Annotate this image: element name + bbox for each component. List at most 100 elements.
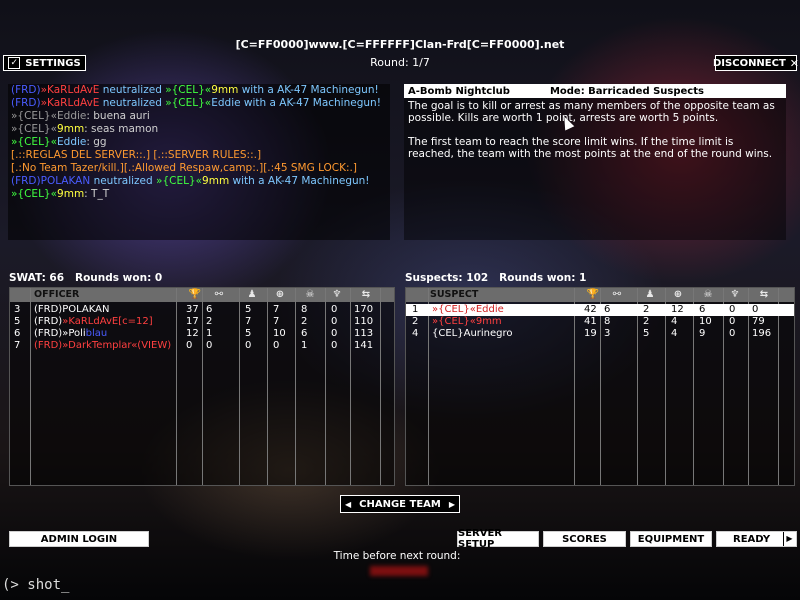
player-d: 6	[699, 304, 706, 315]
player-a: 6	[604, 304, 611, 315]
player-ping: 110	[354, 316, 374, 327]
player-name-segment: (FRD)»DarkTemplar«(VIEW)	[34, 340, 172, 351]
chat-segment: 9mm	[57, 188, 85, 200]
chat-segment: : gg	[86, 136, 107, 148]
player-b: 5	[245, 328, 252, 339]
player-ping: 0	[752, 304, 759, 315]
chat-line: (FRD)»KaRLdAvE neutralized »{CEL}«Eddie …	[11, 97, 390, 110]
scores-button[interactable]: SCORES	[543, 531, 626, 547]
settings-button[interactable]: ✓ SETTINGS	[3, 55, 86, 71]
chat-segment: 9mm	[211, 84, 242, 96]
player-name: (FRD)»DarkTemplar«(VIEW)	[34, 340, 171, 352]
chat-log: (FRD)»KaRLdAvE neutralized »{CEL}«9mm wi…	[8, 84, 390, 240]
timer-value	[370, 566, 428, 576]
player-name: (FRD)POLAKAN	[34, 304, 109, 316]
handcuffs-icon[interactable]: ⚯	[211, 289, 227, 301]
admin-login-button[interactable]: ADMIN LOGIN	[9, 531, 149, 547]
player-a: 1	[206, 328, 213, 339]
suspects-team-label: Suspects: 102 Rounds won: 1	[405, 272, 587, 284]
player-c: 7	[273, 316, 280, 327]
player-row[interactable]: 7 0 0 0 0 1 0 141 (FRD)»DarkTemplar«(VIEW)	[10, 340, 394, 352]
handcuffs-icon[interactable]: ⚯	[609, 289, 625, 301]
player-score: 17	[186, 316, 199, 327]
player-e: 0	[331, 316, 338, 327]
player-e: 0	[331, 304, 338, 315]
player-c: 4	[671, 328, 678, 339]
chat-segment: [.::REGLAS DEL SERVER::.] [.::SERVER RUL…	[11, 149, 262, 161]
player-name: (FRD)»Poliblau	[34, 328, 107, 340]
chat-segment: »{CEL}«	[165, 97, 212, 109]
arrow-left-icon: ◀	[345, 499, 352, 509]
server-title: [C=FF0000]www.[C=FFFFFF]Clan-Frd[C=FF000…	[235, 38, 565, 51]
badge-icon[interactable]: ♆	[329, 289, 345, 301]
arrow-right-icon: ▶	[448, 499, 455, 509]
player-row[interactable]: 2 41 8 2 4 10 0 79 »{CEL}«9mm	[406, 316, 794, 328]
chat-segment: »{CEL}«	[165, 84, 212, 96]
player-num: 3	[14, 304, 21, 315]
player-name-segment: {CEL}Aurinegro	[432, 328, 513, 339]
player-e: 0	[729, 304, 736, 315]
ready-label: READY	[733, 533, 771, 545]
player-num: 2	[412, 316, 419, 327]
next-round-timer-label: Time before next round:	[333, 550, 461, 562]
change-team-button[interactable]: ◀ CHANGE TEAM ▶	[340, 495, 460, 513]
player-d: 10	[699, 316, 712, 327]
arrested-icon[interactable]: ♟	[642, 289, 658, 301]
scores-label: SCORES	[562, 533, 607, 545]
disconnect-button[interactable]: DISCONNECT ✕	[713, 55, 799, 71]
ping-icon[interactable]: ⇆	[756, 289, 772, 301]
player-a: 8	[604, 316, 611, 327]
chat-segment: neutralized	[93, 175, 157, 187]
badge-icon[interactable]: ♆	[727, 289, 743, 301]
crosshair-icon[interactable]: ⊕	[272, 289, 288, 301]
player-d: 6	[301, 328, 308, 339]
player-row[interactable]: 6 12 1 5 10 6 0 113 (FRD)»Poliblau	[10, 328, 394, 340]
chat-line: [.::REGLAS DEL SERVER::.] [.::SERVER RUL…	[11, 149, 390, 162]
info-header: A-Bomb Nightclub Mode: Barricaded Suspec…	[404, 84, 786, 98]
player-name-segment: (FRD)»Poli	[34, 328, 86, 339]
player-name: {CEL}Aurinegro	[432, 328, 513, 340]
server-setup-button[interactable]: SERVER SETUP	[457, 528, 539, 550]
chat-line: »{CEL}«9mm: seas mamon	[11, 123, 390, 136]
arrested-icon[interactable]: ♟	[244, 289, 260, 301]
player-score: 42	[584, 304, 597, 315]
player-ping: 113	[354, 328, 374, 339]
player-row[interactable]: 4 19 3 5 4 9 0 196 {CEL}Aurinegro	[406, 328, 794, 340]
game-mode: Mode: Barricaded Suspects	[549, 85, 704, 97]
player-num: 5	[14, 316, 21, 327]
player-score: 0	[186, 340, 193, 351]
player-c: 0	[273, 340, 280, 351]
player-row[interactable]: 5 17 2 7 7 2 0 110 (FRD)»KaRLdAvE[c=12]	[10, 316, 394, 328]
ready-button[interactable]: READY ▶	[716, 531, 797, 547]
chat-segment: with a AK-47 Machinegun!	[232, 175, 370, 187]
player-name: »{CEL}«9mm	[432, 316, 502, 328]
trophy-icon[interactable]: 🏆	[187, 289, 203, 301]
equipment-button[interactable]: EQUIPMENT	[630, 531, 712, 547]
trophy-icon[interactable]: 🏆	[585, 289, 601, 301]
player-score: 41	[584, 316, 597, 327]
player-num: 4	[412, 328, 419, 339]
map-name: A-Bomb Nightclub	[408, 85, 510, 97]
chat-segment: with a AK-47 Machinegun!	[243, 97, 381, 109]
player-num: 7	[14, 340, 21, 351]
ready-arrow-icon: ▶	[783, 532, 795, 546]
chat-segment: »KaRLdAvE	[40, 97, 103, 109]
player-name-segment: blau	[85, 328, 108, 339]
player-row[interactable]: 3 37 6 5 7 8 0 170 (FRD)POLAKAN	[10, 304, 394, 316]
player-score: 37	[186, 304, 199, 315]
player-score: 19	[584, 328, 597, 339]
skull-icon[interactable]: ☠	[700, 289, 716, 301]
player-name-segment: »{CEL}«9mm	[432, 316, 502, 327]
crosshair-icon[interactable]: ⊕	[670, 289, 686, 301]
ping-icon[interactable]: ⇆	[358, 289, 374, 301]
chat-segment: »KaRLdAvE	[40, 84, 103, 96]
skull-icon[interactable]: ☠	[302, 289, 318, 301]
player-c: 7	[273, 304, 280, 315]
chat-segment: 9mm	[57, 123, 85, 135]
player-b: 5	[245, 304, 252, 315]
player-a: 0	[206, 340, 213, 351]
chat-segment: (FRD)	[11, 84, 41, 96]
server-setup-label: SERVER SETUP	[458, 528, 503, 550]
console-input[interactable]: (> shot_	[2, 577, 69, 593]
player-row[interactable]: 1 42 6 2 12 6 0 0 »{CEL}«Eddie	[406, 304, 794, 316]
